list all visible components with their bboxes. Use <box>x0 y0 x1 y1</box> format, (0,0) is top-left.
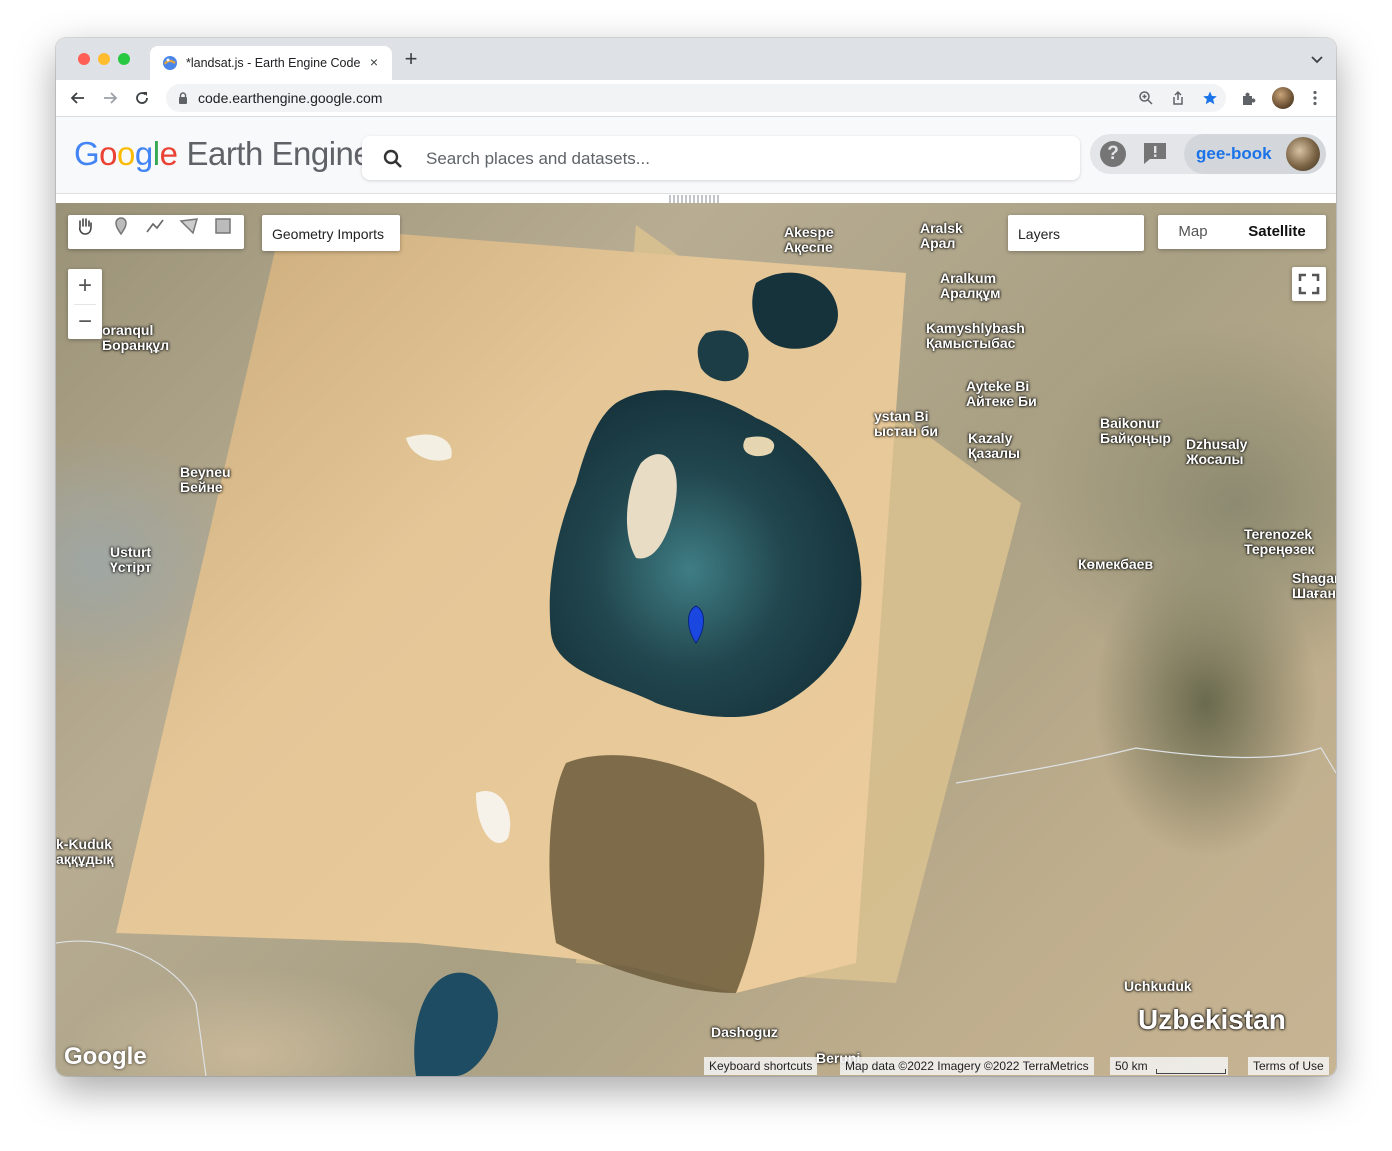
place-label: Terenozek Тереңөзек <box>1244 526 1315 557</box>
account-area: ? gee-book <box>1090 134 1326 174</box>
feedback-icon[interactable] <box>1142 141 1168 165</box>
search-placeholder: Search places and datasets... <box>426 149 650 168</box>
minimize-window-button[interactable] <box>98 53 110 65</box>
share-icon[interactable] <box>1170 90 1186 106</box>
browser-toolbar: code.earthengine.google.com <box>56 80 1336 117</box>
place-label: Kazaly Қазалы <box>968 430 1020 461</box>
close-tab-icon[interactable]: × <box>364 52 384 72</box>
browser-window: *landsat.js - Earth Engine Code Editor ×… <box>56 38 1336 1076</box>
zoom-out-button[interactable]: − <box>68 305 102 340</box>
zoom-icon[interactable] <box>1138 90 1154 106</box>
earth-engine-header: Google Earth Engine Search places and dat… <box>56 117 1336 194</box>
map-canvas[interactable]: Akespe Ақеспе Aralsk Арал Aralkum Аралқұ… <box>56 203 1336 1076</box>
place-label: Kamyshlybash Қамыстыбас <box>926 320 1025 351</box>
draw-polygon-icon[interactable] <box>178 215 200 237</box>
reload-icon[interactable] <box>132 88 152 108</box>
fullscreen-icon <box>1298 273 1320 295</box>
search-box[interactable]: Search places and datasets... <box>362 136 1080 180</box>
map-data-attribution[interactable]: Map data ©2022 Imagery ©2022 TerraMetric… <box>840 1057 1094 1075</box>
browser-profile-avatar[interactable] <box>1272 87 1294 109</box>
chevron-down-icon[interactable] <box>1310 52 1324 66</box>
back-arrow-icon[interactable] <box>68 88 88 108</box>
zoom-control: + − <box>68 269 102 339</box>
forward-arrow-icon[interactable] <box>100 88 120 108</box>
zoom-in-button[interactable]: + <box>68 269 102 304</box>
more-vertical-icon[interactable] <box>1306 89 1324 107</box>
fullscreen-button[interactable] <box>1292 267 1326 301</box>
place-label: Usturt Үстірт <box>110 544 152 575</box>
extensions-puzzle-icon[interactable] <box>1240 89 1258 107</box>
username: gee-book <box>1196 144 1272 163</box>
place-label: Aralkum Аралқұм <box>940 270 1001 301</box>
lock-icon <box>179 92 187 104</box>
earth-engine-favicon-icon <box>163 56 177 70</box>
place-label: oranqul Боранқұл <box>102 322 170 353</box>
user-avatar <box>1286 137 1320 171</box>
panel-resize-handle[interactable] <box>669 195 721 203</box>
satellite-imagery <box>56 225 1336 1076</box>
place-label: Baikonur Байқоңыр <box>1100 415 1171 446</box>
map-type-control: Map Satellite <box>1158 215 1326 249</box>
place-label: Akespe Ақеспе <box>784 224 834 255</box>
product-name: Earth Engine <box>186 135 372 172</box>
user-account-button[interactable]: gee-book <box>1184 134 1326 174</box>
drawing-tools <box>68 215 244 249</box>
place-label: Ayteke Bi Айтеке Би <box>966 378 1037 409</box>
google-watermark: Google <box>64 1043 147 1070</box>
place-label: Dashoguz <box>711 1024 778 1040</box>
place-label: Aralsk Арал <box>920 220 963 251</box>
kokaral-island <box>743 436 775 457</box>
tab-earth-engine[interactable]: *landsat.js - Earth Engine Code Editor × <box>150 46 392 80</box>
address-bar[interactable]: code.earthengine.google.com <box>166 84 1226 112</box>
scale-bar <box>1156 1069 1226 1074</box>
country-border <box>955 747 1336 784</box>
map-type-map-button[interactable]: Map <box>1158 215 1228 249</box>
water-body <box>414 972 498 1076</box>
close-window-button[interactable] <box>78 53 90 65</box>
url-text: code.earthengine.google.com <box>198 90 383 106</box>
place-label: k-Kuduk аққұдық <box>56 836 114 867</box>
place-label: Uchkuduk <box>1124 978 1192 994</box>
place-label: Көмекбаев <box>1078 556 1154 572</box>
draw-line-icon[interactable] <box>144 215 166 237</box>
map-type-satellite-button[interactable]: Satellite <box>1228 215 1326 249</box>
bookmark-star-icon[interactable] <box>1202 90 1218 106</box>
geometry-imports-button[interactable]: Geometry Imports <box>262 215 400 251</box>
tab-strip: *landsat.js - Earth Engine Code Editor ×… <box>56 38 1336 80</box>
layers-button[interactable]: Layers <box>1008 215 1144 251</box>
earth-engine-logo[interactable]: Google Earth Engine <box>74 135 372 173</box>
keyboard-shortcuts-link[interactable]: Keyboard shortcuts <box>704 1057 818 1075</box>
hand-pan-icon[interactable] <box>74 215 96 237</box>
new-tab-button[interactable]: + <box>400 48 422 70</box>
place-label: ystan Bi ыстан би <box>874 408 938 439</box>
place-label: Dzhusaly Жосалы <box>1186 436 1248 467</box>
maximize-window-button[interactable] <box>118 53 130 65</box>
draw-rectangle-icon[interactable] <box>212 215 234 237</box>
help-icon[interactable]: ? <box>1100 141 1126 167</box>
search-icon <box>383 149 402 168</box>
terms-of-use-link[interactable]: Terms of Use <box>1248 1057 1329 1075</box>
place-label: Beyneu Бейне <box>180 464 231 495</box>
tab-title: *landsat.js - Earth Engine Code Editor <box>186 56 360 70</box>
country-label: Uzbekistan <box>1138 1004 1286 1035</box>
place-label: Shagan Шаған <box>1292 570 1336 601</box>
add-marker-icon[interactable] <box>110 215 132 237</box>
